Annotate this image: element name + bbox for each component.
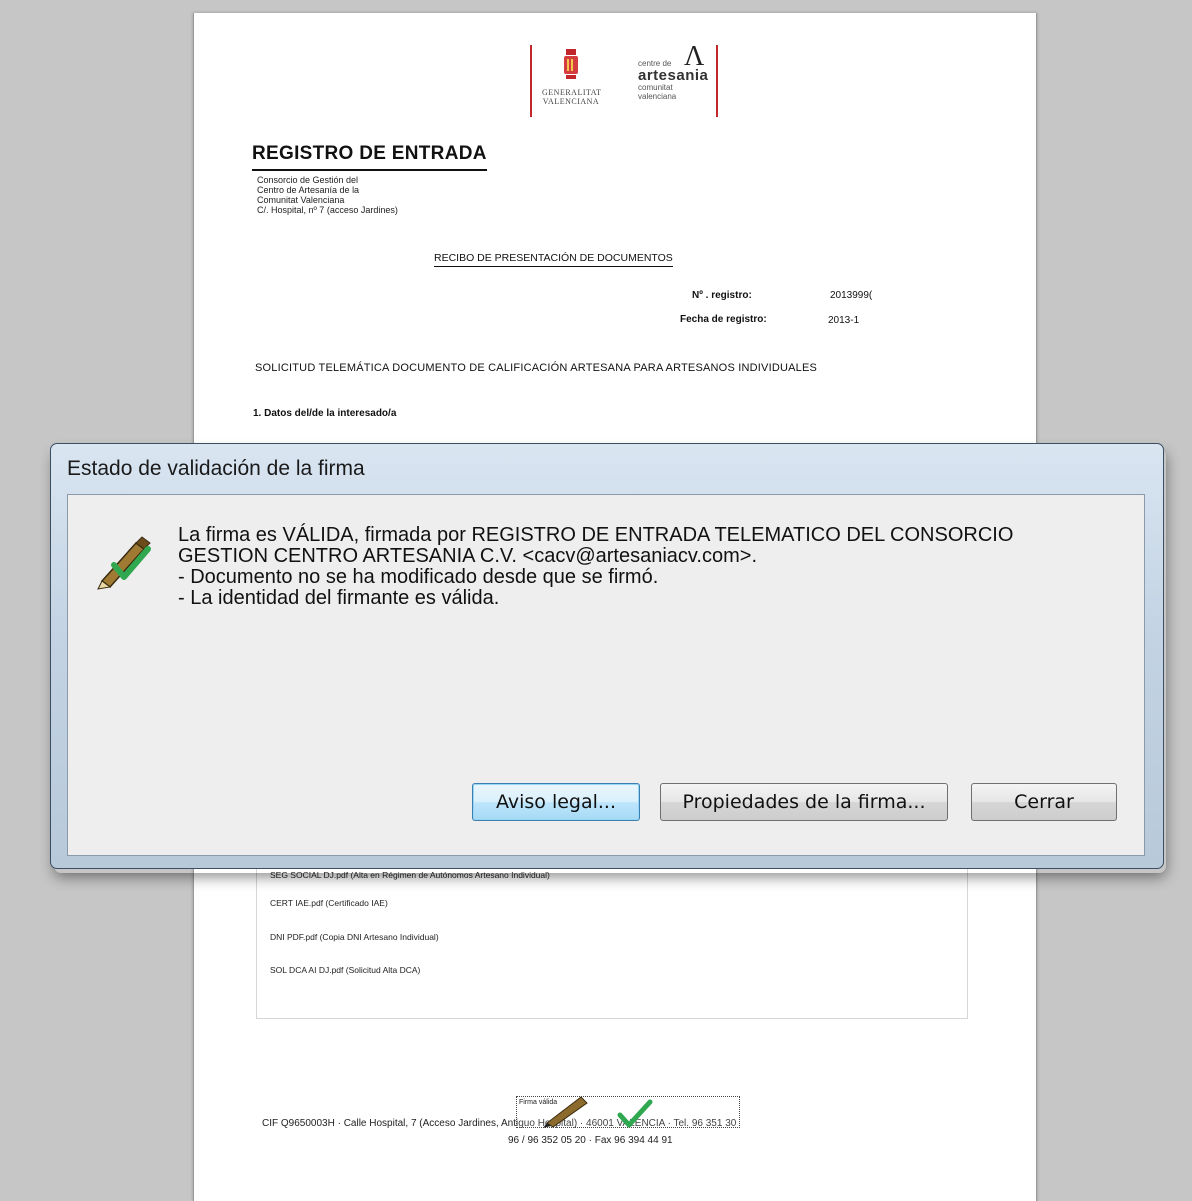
attached-document-item: DNI PDF.pdf (Copia DNI Artesano Individu… [270,932,439,942]
registro-number-label: Nº . registro: [692,290,752,301]
footer-line2: 96 / 96 352 05 20 · Fax 96 394 44 91 [508,1135,673,1146]
registro-title: REGISTRO DE ENTRADA [252,143,487,171]
org-line: C/. Hospital, nº 7 (acceso Jardines) [257,205,398,215]
logo-divider-left [530,45,532,117]
generalitat-line1: GENERALITAT [542,88,602,97]
message-line: - La identidad del firmante es válida. [178,587,500,609]
dialog-title: Estado de validación de la firma [67,457,365,480]
message-line: La firma es VÁLIDA, firmada por REGISTRO… [178,524,1014,546]
dialog-body: La firma es VÁLIDA, firmada por REGISTRO… [67,494,1145,856]
signature-check-icon [617,1099,653,1128]
registro-number-value: 2013999( [830,290,873,301]
signature-validation-dialog: Estado de validación de la firma La firm… [50,443,1164,869]
centro-artesania-logo: centre de Λ artesania comunitat valencia… [638,41,708,101]
logo-divider-right [716,45,718,117]
generalitat-emblem-icon [564,49,578,79]
validation-message: La firma es VÁLIDA, firmada por REGISTRO… [178,525,1013,609]
close-button[interactable]: Cerrar [971,783,1117,821]
fecha-registro-label: Fecha de registro: [680,314,767,325]
centro-sub2: valenciana [638,92,677,101]
message-line: GESTION CENTRO ARTESANIA C.V. <cacv@arte… [178,545,758,567]
legal-notice-button[interactable]: Aviso legal... [472,783,640,821]
attached-document-item: SOL DCA AI DJ.pdf (Solicitud Alta DCA) [270,965,421,975]
recibo-title: RECIBO DE PRESENTACIÓN DE DOCUMENTOS [434,252,673,267]
org-line: Comunitat Valenciana [257,195,345,205]
section-datos-interesado: 1. Datos del/de la interesado/a [253,408,397,419]
header-logos: GENERALITAT VALENCIANA centre de Λ artes… [530,41,720,120]
message-line: - Documento no se ha modificado desde qu… [178,566,659,588]
generalitat-logo: GENERALITAT VALENCIANA [542,45,602,106]
signature-properties-button[interactable]: Propiedades de la firma... [660,783,948,821]
centro-a-mark-icon: Λ [684,41,705,72]
org-line: Consorcio de Gestión del [257,175,359,185]
organization-address: Consorcio de Gestión del Centro de Artes… [257,175,398,215]
solicitud-title: SOLICITUD TELEMÁTICA DOCUMENTO DE CALIFI… [255,362,818,374]
fecha-registro-value: 2013-1 [828,315,860,326]
centro-sub1: comunitat [638,83,673,92]
signature-pen-icon [543,1096,588,1128]
generalitat-line2: VALENCIANA [542,97,600,106]
attached-document-item: CERT IAE.pdf (Certificado IAE) [270,898,388,908]
org-line: Centro de Artesanía de la [257,185,360,195]
signature-field[interactable]: Firma válida [516,1096,740,1128]
valid-signature-icon [97,536,151,590]
